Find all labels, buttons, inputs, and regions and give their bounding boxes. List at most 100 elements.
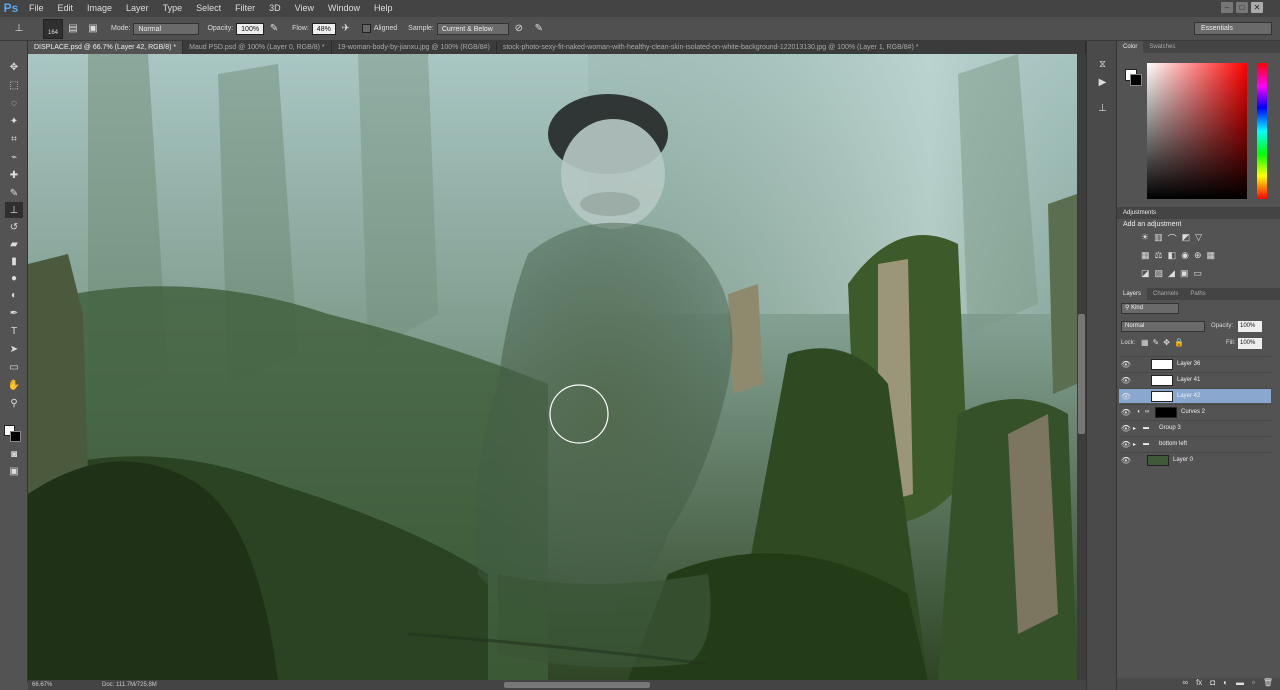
eraser-tool-icon[interactable]: ▰ xyxy=(5,236,23,252)
menu-select[interactable]: Select xyxy=(189,0,228,17)
new-adjustment-icon[interactable]: ◐ xyxy=(1223,678,1228,690)
menu-file[interactable]: File xyxy=(22,0,51,17)
tab-woman-body[interactable]: 19-woman-body-by-jianxu.jpg @ 100% (RGB/… xyxy=(332,41,497,54)
hue-slider[interactable] xyxy=(1257,63,1267,199)
dodge-tool-icon[interactable]: ◐ xyxy=(5,287,23,303)
menu-image[interactable]: Image xyxy=(80,0,119,17)
new-group-icon[interactable]: ▬ xyxy=(1236,678,1244,690)
actions-panel-icon[interactable]: ▶ xyxy=(1096,77,1109,89)
posterize-icon[interactable]: ▨ xyxy=(1155,268,1164,279)
clone-stamp-tool-icon[interactable]: ⊥ xyxy=(5,202,23,218)
black-white-icon[interactable]: ◧ xyxy=(1168,250,1177,261)
layer-row-group[interactable]: 👁 ▸ ▬ bottom left xyxy=(1119,436,1271,451)
layer-row[interactable]: 👁 Layer 41 xyxy=(1119,372,1271,387)
eye-icon[interactable]: 👁 xyxy=(1119,440,1133,449)
eye-icon[interactable]: 👁 xyxy=(1119,408,1133,417)
lasso-tool-icon[interactable]: ◌ xyxy=(5,95,23,111)
brightness-icon[interactable]: ☀ xyxy=(1141,232,1149,245)
layer-row[interactable]: 👁 ◐ ∞ Curves 2 xyxy=(1119,404,1271,419)
menu-window[interactable]: Window xyxy=(321,0,367,17)
history-panel-icon[interactable]: ⧖ xyxy=(1096,59,1109,71)
layer-row[interactable]: 👁 Layer 36 xyxy=(1119,356,1271,371)
tab-channels[interactable]: Channels xyxy=(1147,288,1184,300)
background-color-swatch[interactable] xyxy=(10,431,21,442)
tab-layers[interactable]: Layers xyxy=(1117,288,1148,300)
clone-source-icon[interactable]: ▣ xyxy=(86,22,100,36)
eye-icon[interactable]: 👁 xyxy=(1119,392,1133,401)
healing-brush-tool-icon[interactable]: ✚ xyxy=(5,167,23,183)
fx-icon[interactable]: fx xyxy=(1196,678,1202,690)
hand-tool-icon[interactable]: ✋ xyxy=(5,377,23,393)
color-panel-bg-swatch[interactable] xyxy=(1130,74,1142,86)
gradient-map-icon[interactable]: ▭ xyxy=(1193,268,1202,279)
expand-arrow-icon[interactable]: ▸ xyxy=(1133,441,1143,448)
levels-icon[interactable]: ▥ xyxy=(1154,232,1163,245)
vibrance-icon[interactable]: ▽ xyxy=(1195,232,1202,245)
color-lookup-icon[interactable]: ▦ xyxy=(1207,250,1216,261)
expand-arrow-icon[interactable]: ▸ xyxy=(1133,425,1143,432)
eyedropper-tool-icon[interactable]: ⌁ xyxy=(5,149,23,165)
layer-row[interactable]: 👁 Layer 0 xyxy=(1119,452,1271,467)
link-layers-icon[interactable]: ∞ xyxy=(1182,678,1188,690)
quick-mask-icon[interactable]: ◙ xyxy=(5,446,23,462)
clone-source-panel-icon[interactable]: ⊥ xyxy=(1096,103,1109,115)
tab-swatches[interactable]: Swatches xyxy=(1143,41,1181,53)
pen-tool-icon[interactable]: ✒ xyxy=(5,305,23,321)
maximize-button[interactable]: □ xyxy=(1236,2,1248,13)
crop-tool-icon[interactable]: ⌗ xyxy=(5,131,23,147)
eye-icon[interactable]: 👁 xyxy=(1119,376,1133,385)
sample-select[interactable]: Current & Below xyxy=(436,22,509,35)
photo-filter-icon[interactable]: ◉ xyxy=(1181,250,1189,261)
minimize-button[interactable]: – xyxy=(1221,2,1233,13)
workspace-switcher[interactable]: Essentials xyxy=(1194,22,1272,35)
pressure-opacity-icon[interactable]: ✎ xyxy=(267,22,281,36)
curves-icon[interactable]: ⌒ xyxy=(1168,232,1177,245)
threshold-icon[interactable]: ◢ xyxy=(1168,268,1175,279)
opacity-field[interactable]: 100% xyxy=(236,22,265,35)
lock-icons[interactable]: ▦✎✥🔒 xyxy=(1141,338,1188,347)
flow-field[interactable]: 48% xyxy=(311,22,336,35)
delete-layer-icon[interactable]: 🗑 xyxy=(1263,678,1273,690)
pressure-size-icon[interactable]: ✎ xyxy=(532,22,546,36)
fill-field[interactable]: 100% xyxy=(1238,338,1262,349)
selective-color-icon[interactable]: ▣ xyxy=(1180,268,1189,279)
move-tool-icon[interactable]: ✥ xyxy=(5,59,23,75)
shape-tool-icon[interactable]: ▭ xyxy=(5,359,23,375)
screen-mode-icon[interactable]: ▣ xyxy=(5,463,23,479)
eye-icon[interactable]: 👁 xyxy=(1119,360,1133,369)
tab-maud[interactable]: Maud PSD.psd @ 100% (Layer 0, RGB/8) * xyxy=(183,41,332,54)
close-button[interactable]: ✕ xyxy=(1251,2,1263,13)
hue-saturation-icon[interactable]: ▦ xyxy=(1141,250,1150,261)
magic-wand-tool-icon[interactable]: ✦ xyxy=(5,113,23,129)
mode-select[interactable]: Normal xyxy=(133,22,200,35)
airbrush-icon[interactable]: ✈ xyxy=(339,22,353,36)
layer-row-selected[interactable]: 👁 Layer 42 xyxy=(1119,388,1271,403)
color-field[interactable] xyxy=(1147,63,1247,199)
eye-icon[interactable]: 👁 xyxy=(1119,456,1133,465)
blur-tool-icon[interactable]: ● xyxy=(5,270,23,286)
zoom-tool-icon[interactable]: ⚲ xyxy=(5,395,23,411)
layer-row-group[interactable]: 👁 ▸ ▬ Group 3 xyxy=(1119,420,1271,435)
exposure-icon[interactable]: ◩ xyxy=(1182,232,1191,245)
type-tool-icon[interactable]: T xyxy=(5,323,23,339)
horizontal-scroll-thumb[interactable] xyxy=(504,682,650,688)
blend-mode-select[interactable]: Normal xyxy=(1121,321,1205,332)
document-canvas[interactable] xyxy=(28,54,1077,680)
brush-panel-icon[interactable]: ▤ xyxy=(66,22,80,36)
menu-layer[interactable]: Layer xyxy=(119,0,156,17)
invert-icon[interactable]: ◪ xyxy=(1141,268,1150,279)
menu-edit[interactable]: Edit xyxy=(51,0,81,17)
clone-stamp-preset-icon[interactable]: ⊥ xyxy=(12,22,26,36)
tab-paths[interactable]: Paths xyxy=(1184,288,1211,300)
layer-filter-select[interactable]: ⚲ Kind xyxy=(1121,303,1179,314)
aligned-checkbox[interactable] xyxy=(361,24,371,33)
vertical-scroll-thumb[interactable] xyxy=(1078,314,1085,434)
ignore-adjustment-icon[interactable]: ⊘ xyxy=(512,22,526,36)
brush-tool-icon[interactable]: ✎ xyxy=(5,185,23,201)
history-brush-tool-icon[interactable]: ↺ xyxy=(5,219,23,235)
menu-help[interactable]: Help xyxy=(367,0,400,17)
menu-view[interactable]: View xyxy=(288,0,321,17)
marquee-tool-icon[interactable]: ⬚ xyxy=(5,77,23,93)
path-selection-tool-icon[interactable]: ➤ xyxy=(5,341,23,357)
menu-type[interactable]: Type xyxy=(156,0,190,17)
